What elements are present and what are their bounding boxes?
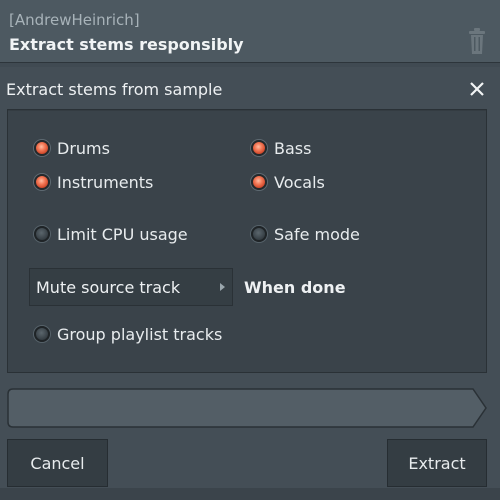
option-drums[interactable]: Drums	[34, 136, 110, 160]
options-panel: Drums Bass Instruments Vocals Limit CPU …	[7, 109, 487, 373]
dialog-title: Extract stems from sample	[6, 80, 223, 99]
after-action-dropdown[interactable]: Mute source track	[29, 268, 233, 306]
hint-message: Extract stems responsibly	[9, 35, 244, 54]
option-vocals-label: Vocals	[274, 172, 325, 192]
radio-on-icon	[251, 174, 267, 190]
extract-button[interactable]: Extract	[387, 439, 487, 487]
after-action-value: Mute source track	[36, 277, 181, 297]
when-done-label: When done	[244, 278, 346, 297]
extract-stems-dialog: Extract stems from sample Drums Bass Ins…	[0, 67, 500, 500]
radio-on-icon	[251, 140, 267, 156]
trash-can-icon	[469, 28, 485, 54]
radio-off-icon	[34, 226, 50, 242]
close-icon[interactable]	[467, 79, 487, 99]
option-instruments-label: Instruments	[57, 172, 154, 192]
hint-bar: [AndrewHeinrich] Extract stems responsib…	[0, 0, 500, 63]
option-drums-label: Drums	[57, 138, 110, 158]
progress-bar	[7, 388, 487, 428]
option-safe-mode-label: Safe mode	[274, 224, 360, 244]
option-group-playlist-label: Group playlist tracks	[57, 324, 223, 344]
option-instruments[interactable]: Instruments	[34, 170, 153, 194]
radio-on-icon	[34, 140, 50, 156]
radio-off-icon	[251, 226, 267, 242]
option-group-playlist[interactable]: Group playlist tracks	[34, 322, 222, 346]
cancel-button[interactable]: Cancel	[7, 439, 108, 487]
bottom-strip	[0, 488, 500, 500]
option-bass-label: Bass	[274, 138, 312, 158]
option-safe-mode[interactable]: Safe mode	[251, 222, 360, 246]
option-vocals[interactable]: Vocals	[251, 170, 325, 194]
chevron-right-icon	[220, 283, 225, 291]
option-bass[interactable]: Bass	[251, 136, 311, 160]
option-limit-cpu[interactable]: Limit CPU usage	[34, 222, 188, 246]
hint-username: [AndrewHeinrich]	[9, 11, 140, 29]
radio-on-icon	[34, 174, 50, 190]
radio-off-icon	[34, 326, 50, 342]
option-limit-cpu-label: Limit CPU usage	[57, 224, 188, 244]
